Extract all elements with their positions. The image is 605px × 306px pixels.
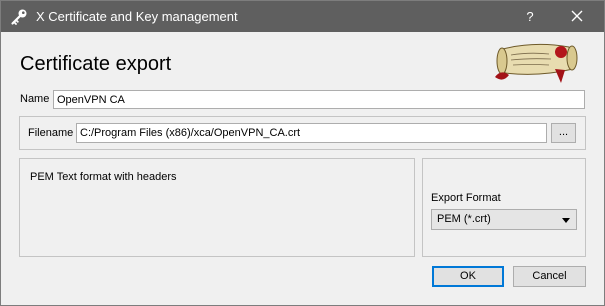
- xca-scroll-logo: [495, 43, 578, 83]
- key-icon: [11, 9, 27, 25]
- cancel-button[interactable]: Cancel: [513, 266, 586, 287]
- chevron-down-icon: [562, 218, 570, 223]
- name-label: Name: [20, 93, 50, 105]
- window-title: X Certificate and Key management: [36, 9, 238, 24]
- format-description: PEM Text format with headers: [30, 171, 177, 183]
- export-format-label: Export Format: [431, 192, 501, 204]
- page-title: Certificate export: [20, 53, 172, 75]
- dialog-window: X Certificate and Key management ? Certi…: [0, 0, 605, 306]
- name-field[interactable]: OpenVPN CA: [53, 90, 585, 109]
- help-button[interactable]: ?: [512, 1, 548, 32]
- export-format-select[interactable]: PEM (*.crt): [431, 209, 577, 230]
- close-icon: [571, 10, 583, 22]
- export-format-panel: [422, 158, 586, 257]
- export-format-selected-value: PEM (*.crt): [437, 213, 491, 225]
- close-button[interactable]: [558, 1, 596, 32]
- filename-field[interactable]: C:/Program Files (x86)/xca/OpenVPN_CA.cr…: [76, 123, 547, 143]
- title-bar[interactable]: X Certificate and Key management ?: [1, 1, 604, 32]
- browse-button[interactable]: ...: [551, 123, 576, 143]
- filename-label: Filename: [28, 127, 74, 139]
- ok-button[interactable]: OK: [432, 266, 504, 287]
